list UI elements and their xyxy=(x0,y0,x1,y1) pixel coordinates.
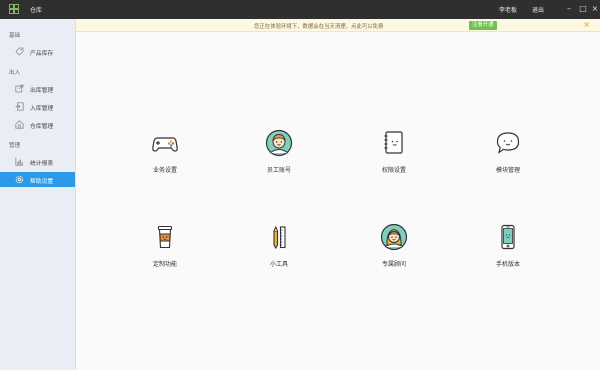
chat-bubble-icon xyxy=(496,132,520,154)
mobile-phone-icon xyxy=(501,224,515,250)
maximize-icon[interactable]: □ xyxy=(577,3,589,15)
sidebar-item-label: 仓库管理 xyxy=(30,124,54,130)
import-icon xyxy=(15,102,24,111)
register-button[interactable]: 注册开通 xyxy=(469,20,497,30)
grid-icon xyxy=(9,4,19,14)
tile-label: 权限设置 xyxy=(381,167,406,174)
tile-module-management[interactable]: 模块管理 xyxy=(469,118,547,190)
sidebar-item-label: 入库管理 xyxy=(30,106,54,112)
sidebar-item-label: 统计报表 xyxy=(30,161,54,167)
employee-avatar-icon xyxy=(265,129,293,157)
gear-icon xyxy=(15,175,24,184)
title-bar: 仓库 李老板 退出 – □ × xyxy=(0,0,600,19)
sidebar-item-help-settings[interactable]: 帮助设置 xyxy=(0,172,75,187)
tile-label: 定制功能 xyxy=(152,261,177,268)
warehouse-icon xyxy=(15,120,24,129)
user-name-link[interactable]: 李老板 xyxy=(499,5,517,14)
coffee-cup-icon xyxy=(157,225,173,249)
sidebar-item-outbound[interactable]: 出库管理 xyxy=(0,81,75,96)
tile-custom-features[interactable]: 定制功能 xyxy=(126,212,204,284)
sidebar-group-basic: 基础 xyxy=(9,33,21,39)
tile-label: 员工账号 xyxy=(266,167,291,174)
sidebar-item-product-stock[interactable]: 产品库存 xyxy=(0,44,75,59)
tile-label: 手机版本 xyxy=(495,261,520,268)
pencil-ruler-icon xyxy=(273,225,286,250)
tile-employee-accounts[interactable]: 员工账号 xyxy=(240,118,318,190)
gamepad-icon xyxy=(152,137,178,152)
export-icon xyxy=(15,84,24,93)
sidebar-item-label: 出库管理 xyxy=(30,88,54,94)
bar-chart-icon xyxy=(15,157,24,166)
tile-label: 模块管理 xyxy=(495,167,520,174)
sidebar: 基础 产品库存 出入 出库管理 入库管理 仓库管理 管理 统计报表 帮助设置 xyxy=(0,19,76,370)
close-window-icon[interactable]: × xyxy=(589,3,600,15)
close-icon[interactable]: × xyxy=(583,20,590,30)
tile-small-tools[interactable]: 小工具 xyxy=(240,212,318,284)
sidebar-item-warehouse[interactable]: 仓库管理 xyxy=(0,117,75,132)
tile-business-settings[interactable]: 业务设置 xyxy=(126,118,204,190)
app-title: 仓库 xyxy=(30,7,43,14)
sidebar-item-reports[interactable]: 统计报表 xyxy=(0,154,75,169)
sidebar-item-label: 产品库存 xyxy=(30,51,54,57)
tile-dedicated-advisor[interactable]: 专属顾问 xyxy=(355,212,433,284)
tile-label: 小工具 xyxy=(269,261,288,268)
tile-mobile-version[interactable]: 手机版本 xyxy=(469,212,547,284)
advisor-avatar-icon xyxy=(380,223,408,251)
tag-icon xyxy=(15,47,24,56)
tile-label: 专属顾问 xyxy=(381,261,406,268)
tile-label: 业务设置 xyxy=(152,167,177,174)
sidebar-group-inout: 出入 xyxy=(9,70,21,76)
logout-link[interactable]: 退出 xyxy=(532,5,544,14)
tile-permission-settings[interactable]: 权限设置 xyxy=(355,118,433,190)
sidebar-item-label: 帮助设置 xyxy=(30,179,54,185)
minimize-icon[interactable]: – xyxy=(563,3,575,15)
notice-text: 您正在体验环境下，数据会在当天清理，点此可以免费 xyxy=(254,24,384,30)
notebook-icon xyxy=(384,131,403,154)
sidebar-item-inbound[interactable]: 入库管理 xyxy=(0,99,75,114)
sidebar-group-manage: 管理 xyxy=(9,143,21,149)
trial-notice-bar: 您正在体验环境下，数据会在当天清理，点此可以免费 注册开通 × xyxy=(76,19,600,32)
